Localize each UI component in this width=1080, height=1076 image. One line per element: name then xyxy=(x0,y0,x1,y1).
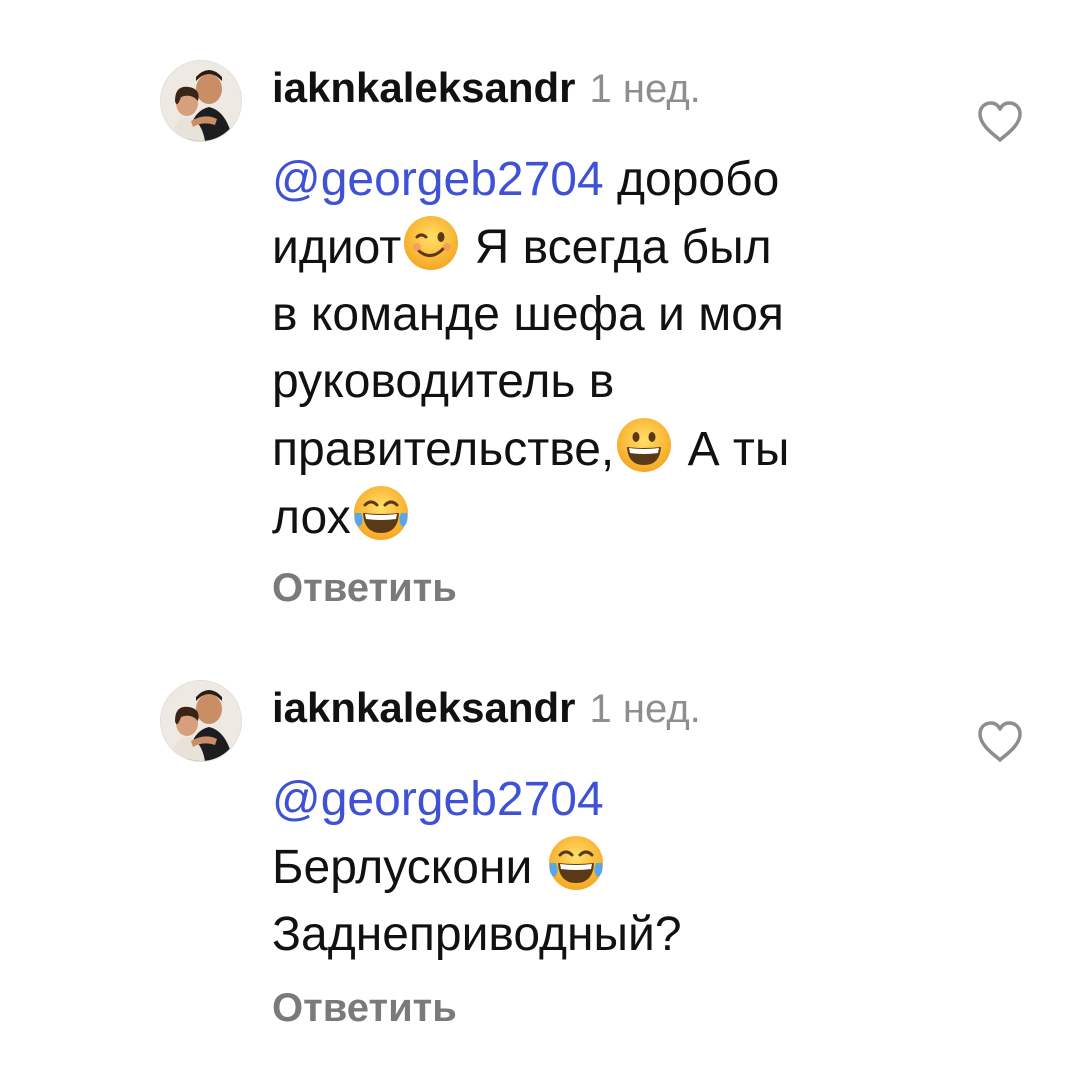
mention-link[interactable]: @georgeb2704 xyxy=(272,153,604,206)
comment-text-part: А ты xyxy=(687,423,790,476)
avatar[interactable] xyxy=(160,680,242,762)
comment-text-part: в команде шефа и моя xyxy=(272,288,784,341)
comment-text-part: Заднеприводный? xyxy=(272,908,682,961)
heart-outline-icon[interactable] xyxy=(976,720,1024,764)
winking-face-emoji xyxy=(401,213,461,273)
comment-text: @georgeb2704 Берлускони Заднеприводный? xyxy=(272,766,932,968)
comment-header: iaknkaleksandr 1 нед. xyxy=(272,64,701,112)
username[interactable]: iaknkaleksandr xyxy=(272,684,576,731)
avatar-photo xyxy=(161,681,241,761)
comment-text-part: Берлускони xyxy=(272,841,533,894)
tears-of-joy-emoji xyxy=(351,483,411,543)
avatar-photo xyxy=(161,61,241,141)
mention-link[interactable]: @georgeb2704 xyxy=(272,773,604,826)
grinning-face-emoji xyxy=(614,415,674,475)
comment-text-part: правительстве, xyxy=(272,423,615,476)
username[interactable]: iaknkaleksandr xyxy=(272,64,576,111)
comment-text-part: доробо xyxy=(617,153,780,206)
timestamp: 1 нед. xyxy=(589,67,701,111)
avatar[interactable] xyxy=(160,60,242,142)
heart-outline-icon[interactable] xyxy=(976,100,1024,144)
comment-header: iaknkaleksandr 1 нед. xyxy=(272,684,701,732)
reply-button[interactable]: Ответить xyxy=(272,566,457,611)
comment-text-part: руководитель в xyxy=(272,355,615,408)
timestamp: 1 нед. xyxy=(589,687,701,731)
comment-text-part: идиот xyxy=(272,221,402,274)
comment-text: @georgeb2704 доробо идиот Я всегда был в… xyxy=(272,146,932,551)
tears-of-joy-emoji xyxy=(546,833,606,893)
reply-button[interactable]: Ответить xyxy=(272,986,457,1031)
comment-text-part: лох xyxy=(272,491,351,544)
comment-text-part: Я всегда был xyxy=(474,221,772,274)
